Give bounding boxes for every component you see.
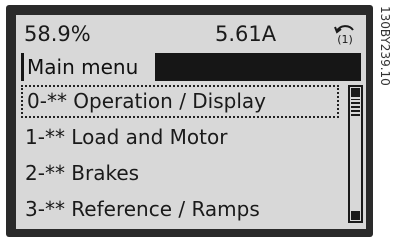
status-reading-2: 5.61A <box>215 22 277 46</box>
menu-title: Main menu <box>24 53 155 81</box>
menu-item-load-and-motor[interactable]: 1-** Load and Motor <box>21 121 339 154</box>
menu-item-operation-display[interactable]: 0-** Operation / Display <box>21 85 339 118</box>
menu-item-brakes[interactable]: 2-** Brakes <box>21 157 339 190</box>
menu-list: 0-** Operation / Display 1-** Load and M… <box>21 85 343 229</box>
status-line: 58.9% 5.61A (1) <box>16 21 366 47</box>
menu-scrollbar[interactable] <box>348 85 363 223</box>
scroll-up-icon[interactable] <box>351 88 360 97</box>
scroll-thumb[interactable] <box>351 99 360 116</box>
status-reading-1: 58.9% <box>24 22 91 46</box>
menu-item-reference-ramps[interactable]: 3-** Reference / Ramps <box>21 193 339 226</box>
figure-code: 130BY239.10 <box>378 6 392 86</box>
setup-indicator: (1) <box>337 33 353 46</box>
lcd-screen: 58.9% 5.61A (1) Main menu 0-** Operation… <box>16 15 366 229</box>
scroll-down-icon[interactable] <box>351 211 360 220</box>
title-bar: Main menu <box>21 53 361 81</box>
setup-cycle-icon: (1) <box>332 22 358 46</box>
